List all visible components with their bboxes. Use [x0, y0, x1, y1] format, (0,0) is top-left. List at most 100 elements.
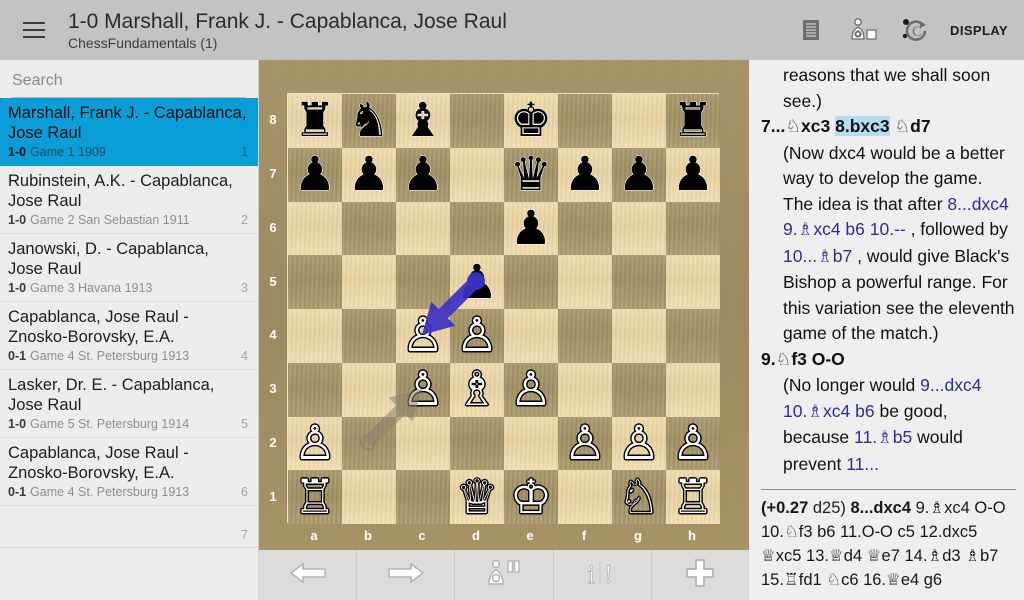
piece-white-q-d1[interactable]: ♕: [450, 470, 504, 524]
piece-black-p-c7[interactable]: ♟: [396, 148, 450, 202]
chess-board[interactable]: ♜ ♞ ♝ ♚ ♜ ♟ ♟ ♟ ♛ ♟ ♟ ♟ ♟ ♟ ♙ ♙ ♙ ♗ ♙ ♙ ♙ ♙ ♙ ♖ ♕ ♔ ♘ ♖: [287, 93, 720, 524]
piece-black-r-h8[interactable]: ♜: [666, 94, 720, 148]
board-square-h5[interactable]: [666, 255, 720, 309]
display-button[interactable]: DISPLAY: [950, 23, 1008, 38]
piece-white-k-e1[interactable]: ♔: [504, 470, 558, 524]
variation-move[interactable]: ♗: [807, 402, 823, 422]
previous-move-button[interactable]: [259, 550, 358, 600]
main-move[interactable]: d7: [910, 116, 930, 136]
variation-move[interactable]: ♗: [798, 220, 814, 240]
board-square-d8[interactable]: [450, 94, 504, 148]
game-list-item[interactable]: Capablanca, Jose Raul - Znosko-Borovsky,…: [0, 302, 258, 370]
board-square-c6[interactable]: [396, 201, 450, 256]
analysis-rotate-icon[interactable]: C: [898, 13, 932, 47]
board-square-g5[interactable]: [612, 255, 666, 309]
variation-move[interactable]: ♗: [817, 247, 833, 267]
board-square-d2[interactable]: [450, 416, 504, 471]
piece-black-p-a7[interactable]: ♟: [288, 148, 342, 202]
board-square-d7[interactable]: [450, 147, 504, 202]
board-square-a3[interactable]: [288, 362, 342, 417]
engine-pawn-gear-icon[interactable]: [846, 13, 880, 47]
main-move[interactable]: ♘: [894, 117, 910, 137]
info-annotation-button[interactable]: i!: [554, 550, 652, 600]
piece-white-p-e3[interactable]: ♙: [504, 363, 558, 417]
piece-white-p-f2[interactable]: ♙: [558, 417, 612, 471]
board-square-g8[interactable]: [612, 94, 666, 148]
board-square-a6[interactable]: [288, 201, 342, 256]
board-square-c5[interactable]: [396, 255, 450, 309]
move-notation-text[interactable]: reasons that we shall soon see.) 7...♘xc3…: [761, 60, 1016, 489]
board-square-b5[interactable]: [342, 255, 396, 309]
current-move[interactable]: 8.bxc3: [835, 116, 890, 136]
main-move[interactable]: xc3: [801, 116, 835, 136]
board-square-g6[interactable]: [612, 201, 666, 256]
piece-black-q-e7[interactable]: ♛: [504, 148, 558, 202]
board-square-h3[interactable]: [666, 362, 720, 417]
board-square-b6[interactable]: [342, 201, 396, 256]
piece-black-n-b8[interactable]: ♞: [342, 94, 396, 148]
piece-white-p-h2[interactable]: ♙: [666, 417, 720, 471]
piece-white-r-h1[interactable]: ♖: [666, 470, 720, 524]
piece-black-p-h7[interactable]: ♟: [666, 148, 720, 202]
search-input[interactable]: [12, 70, 246, 98]
variation-move[interactable]: xc4 b6 10.--: [813, 219, 905, 239]
game-list-item[interactable]: 7: [0, 506, 258, 548]
board-square-g3[interactable]: [612, 362, 666, 417]
board-square-c1[interactable]: [396, 470, 450, 524]
board-square-h4[interactable]: [666, 309, 720, 363]
board-square-a5[interactable]: [288, 255, 342, 309]
variation-move[interactable]: b5: [893, 427, 912, 447]
piece-white-p-d4[interactable]: ♙: [450, 309, 504, 363]
variation-move[interactable]: xc4 b6: [823, 401, 875, 421]
main-move[interactable]: 7...: [761, 116, 785, 136]
variation-move[interactable]: 11...: [846, 454, 879, 474]
game-list-item[interactable]: Janowski, D. - Capablanca, Jose Raul 1-0 G…: [0, 234, 258, 302]
engine-pause-button[interactable]: [455, 550, 554, 600]
board-square-e2[interactable]: [504, 416, 558, 471]
main-move[interactable]: ♘: [785, 117, 801, 137]
piece-white-p-g2[interactable]: ♙: [612, 417, 666, 471]
piece-black-p-f7[interactable]: ♟: [558, 148, 612, 202]
add-button[interactable]: [652, 550, 749, 600]
board-square-g4[interactable]: [612, 309, 666, 363]
game-list-item[interactable]: Marshall, Frank J. - Capablanca, Jose Ra…: [0, 98, 258, 166]
piece-white-r-a1[interactable]: ♖: [288, 470, 342, 524]
main-move[interactable]: ♘: [776, 350, 792, 370]
piece-black-r-a8[interactable]: ♜: [288, 94, 342, 148]
board-square-d6[interactable]: [450, 201, 504, 256]
board-square-b2[interactable]: [342, 416, 396, 471]
board-square-f8[interactable]: [558, 94, 612, 148]
board-square-b1[interactable]: [342, 470, 396, 524]
notes-list-icon[interactable]: [794, 13, 828, 47]
game-list-item[interactable]: Lasker, Dr. E. - Capablanca, Jose Raul 1-…: [0, 370, 258, 438]
variation-move[interactable]: ♗: [877, 428, 893, 448]
board-square-e5[interactable]: [504, 255, 558, 309]
board-square-e4[interactable]: [504, 309, 558, 363]
game-list-item[interactable]: Rubinstein, A.K. - Capablanca, Jose Raul…: [0, 166, 258, 234]
variation-move[interactable]: 11.: [854, 427, 877, 447]
piece-black-p-b7[interactable]: ♟: [342, 148, 396, 202]
variation-move[interactable]: 10...: [783, 246, 817, 266]
variation-move[interactable]: b7: [833, 246, 852, 266]
board-square-b4[interactable]: [342, 309, 396, 363]
piece-white-p-c4[interactable]: ♙: [396, 309, 450, 363]
piece-white-p-a2[interactable]: ♙: [288, 417, 342, 471]
main-move[interactable]: f3 O-O: [791, 349, 844, 369]
hamburger-menu-icon[interactable]: [14, 10, 54, 50]
piece-white-b-d3[interactable]: ♗: [450, 363, 504, 417]
main-move[interactable]: 9.: [761, 349, 776, 369]
piece-white-p-c3[interactable]: ♙: [396, 363, 450, 417]
piece-black-b-c8[interactable]: ♝: [396, 94, 450, 148]
board-square-f3[interactable]: [558, 362, 612, 417]
board-square-f4[interactable]: [558, 309, 612, 363]
piece-black-k-e8[interactable]: ♚: [504, 94, 558, 148]
piece-black-p-d5[interactable]: ♟: [450, 255, 504, 309]
board-square-c2[interactable]: [396, 416, 450, 471]
piece-black-p-e6[interactable]: ♟: [504, 202, 558, 256]
engine-analysis-line[interactable]: (+0.27 d25) 8...dxc4 9.♗xc4 O-O 10.♘f3 b…: [761, 489, 1016, 600]
board-square-b3[interactable]: [342, 362, 396, 417]
game-list-item[interactable]: Capablanca, Jose Raul - Znosko-Borovsky,…: [0, 438, 258, 506]
board-square-f1[interactable]: [558, 470, 612, 524]
board-square-f6[interactable]: [558, 201, 612, 256]
piece-white-n-g1[interactable]: ♘: [612, 470, 666, 524]
